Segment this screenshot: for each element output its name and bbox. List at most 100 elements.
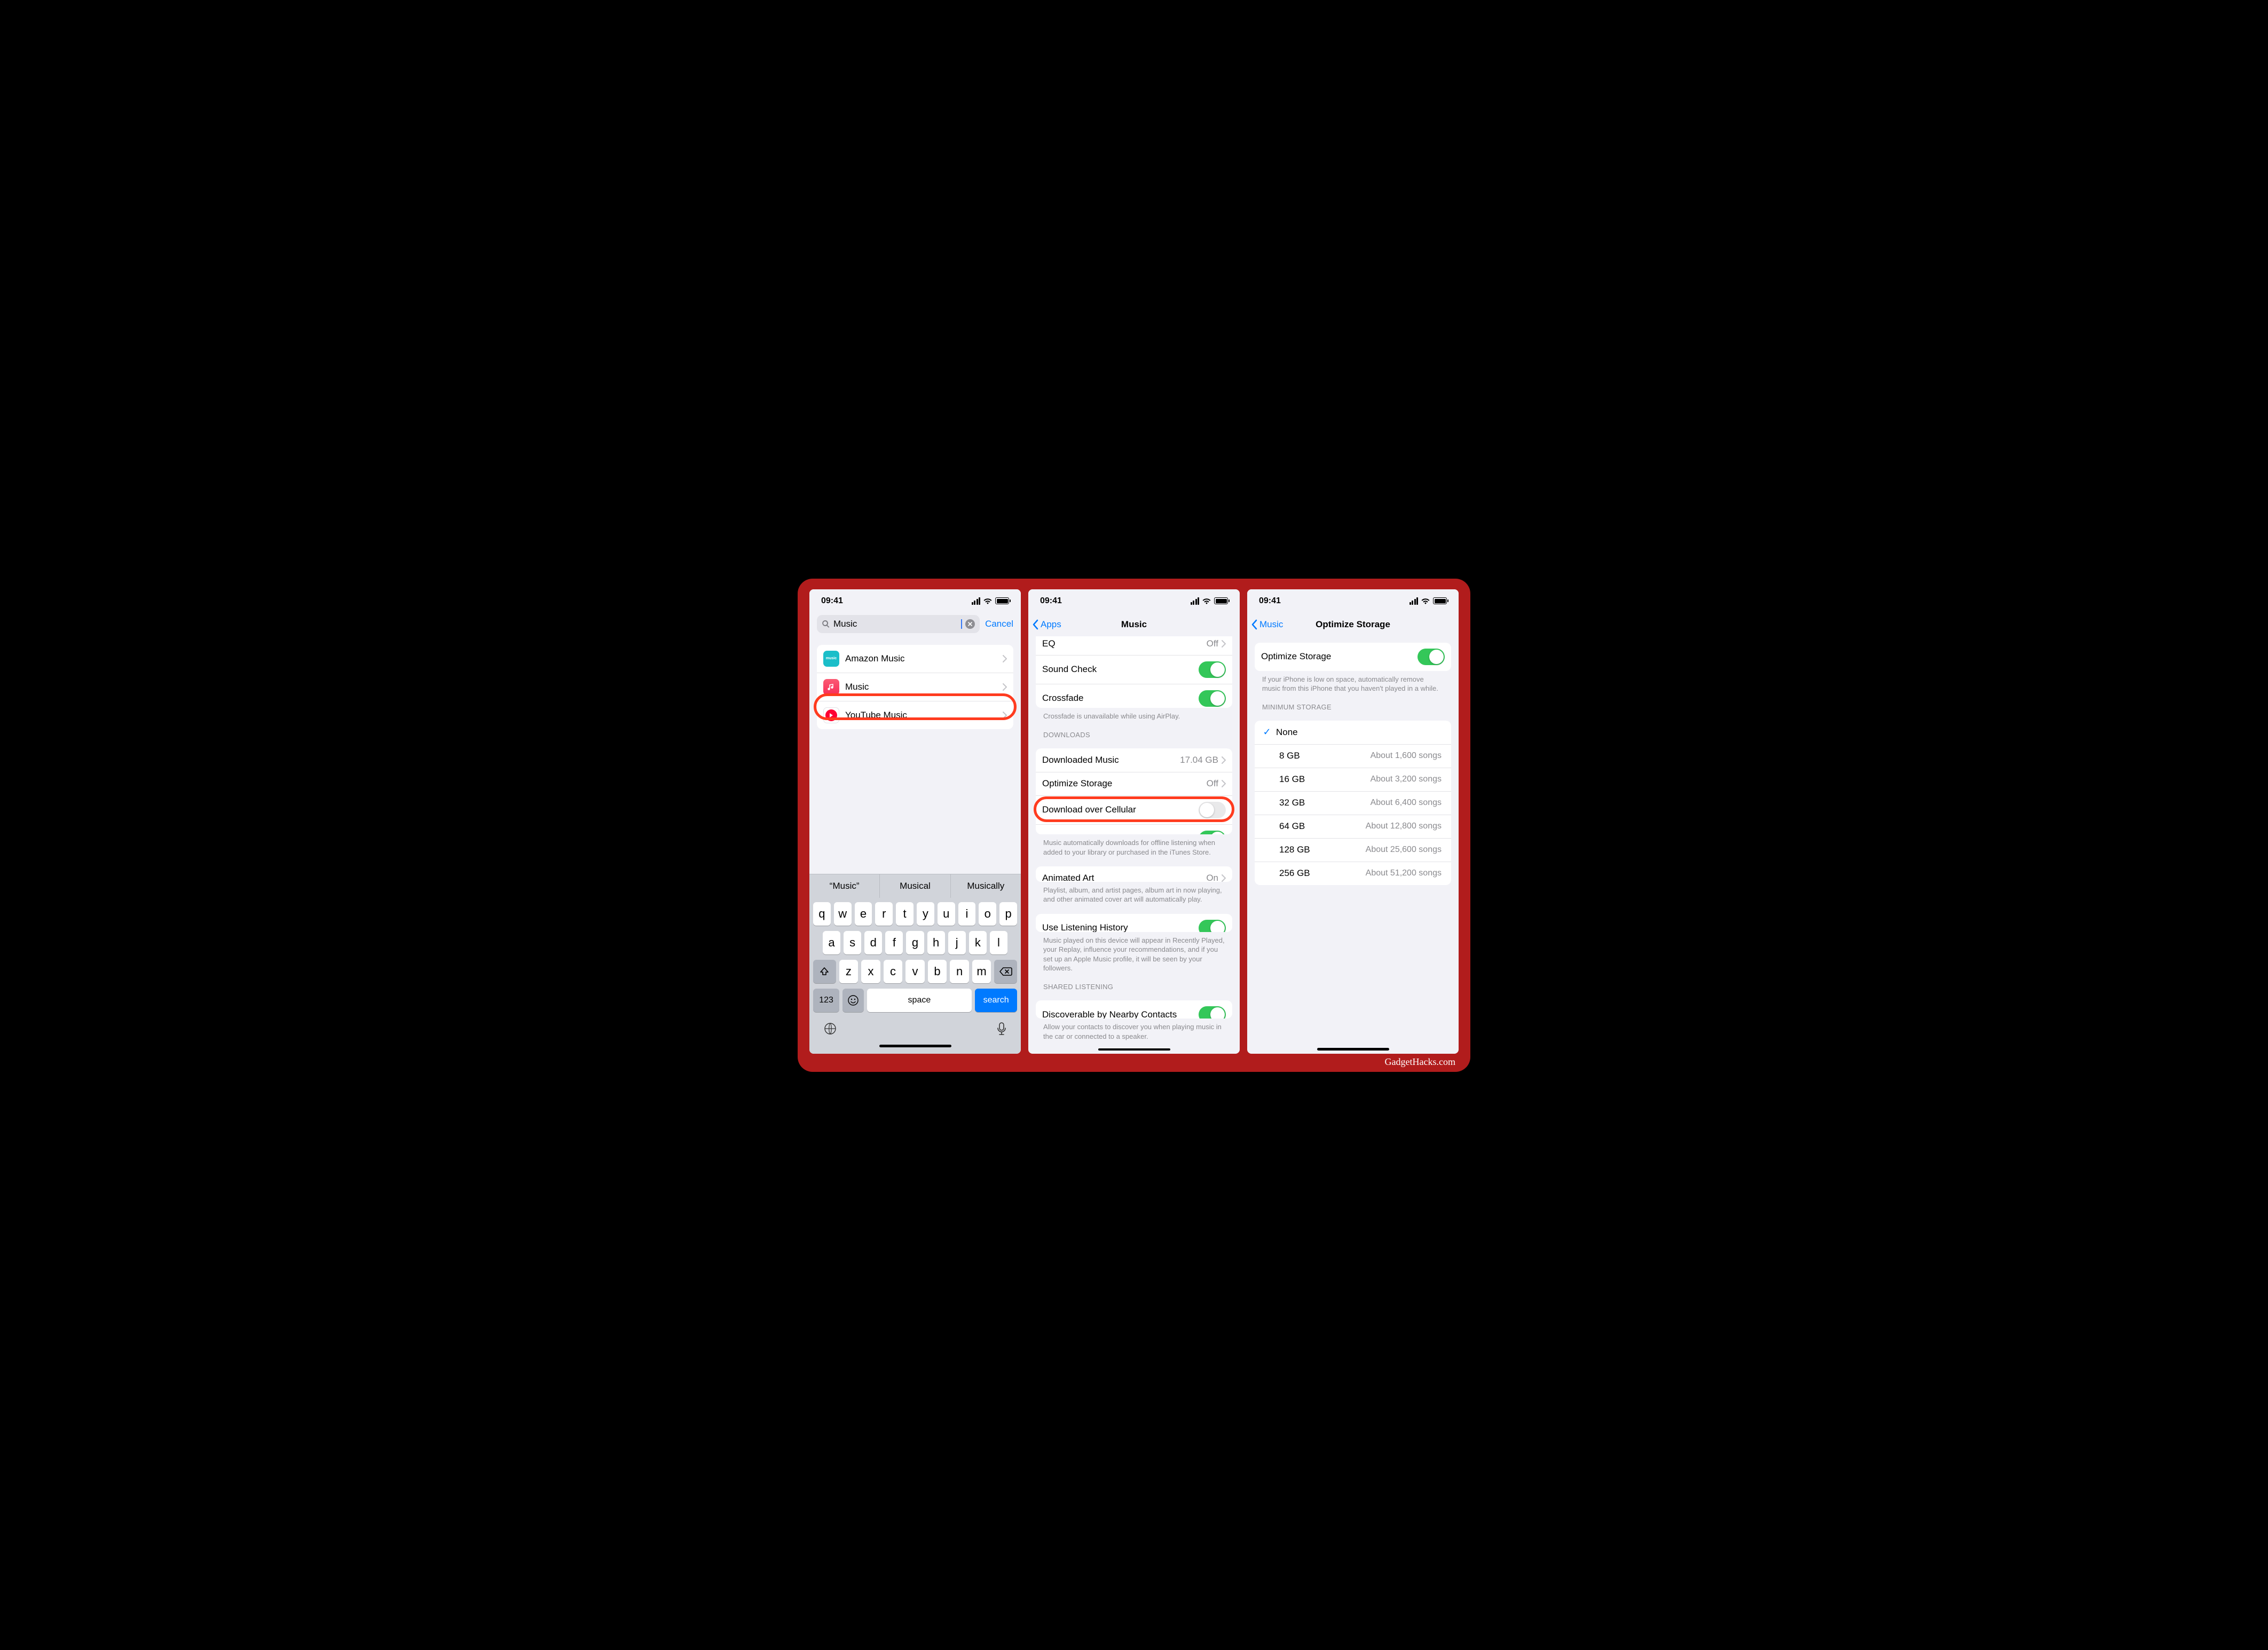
toggle-optimize-storage[interactable]	[1418, 649, 1445, 665]
shared-listening-header: Shared Listening	[1043, 983, 1225, 991]
back-label: Apps	[1041, 619, 1061, 630]
key-r[interactable]: r	[875, 902, 893, 926]
home-indicator	[1317, 1048, 1389, 1051]
result-music[interactable]: Music	[817, 673, 1013, 701]
key-v[interactable]: v	[905, 960, 925, 983]
key-d[interactable]: d	[864, 931, 882, 954]
result-label: Music	[845, 682, 1003, 692]
back-button[interactable]: Apps	[1033, 619, 1061, 630]
back-button[interactable]: Music	[1251, 619, 1283, 630]
key-h[interactable]: h	[927, 931, 945, 954]
toggle-download-dolby[interactable]	[1199, 831, 1226, 834]
row-label: Download over Cellular	[1042, 804, 1199, 815]
row-label: EQ	[1042, 638, 1207, 649]
status-bar: 09:41	[1028, 589, 1240, 613]
key-z[interactable]: z	[839, 960, 859, 983]
key-p[interactable]: p	[999, 902, 1017, 926]
prediction-1[interactable]: “Music”	[809, 874, 879, 898]
cellular-icon	[972, 597, 981, 605]
key-j[interactable]: j	[948, 931, 966, 954]
search-input-text: Music	[833, 619, 958, 629]
result-youtube-music[interactable]: YouTube Music	[817, 701, 1013, 729]
option-detail: About 1,600 songs	[1371, 751, 1442, 761]
key-q[interactable]: q	[813, 902, 831, 926]
row-label: Discoverable by Nearby Contacts	[1042, 1009, 1199, 1019]
keyboard-predictions: “Music” Musical Musically	[809, 874, 1021, 898]
key-g[interactable]: g	[906, 931, 924, 954]
numbers-key[interactable]: 123	[813, 989, 839, 1012]
row-discoverable[interactable]: Discoverable by Nearby Contacts	[1036, 1000, 1232, 1019]
row-optimize-toggle[interactable]: Optimize Storage	[1255, 643, 1451, 671]
row-download-cellular[interactable]: Download over Cellular	[1036, 795, 1232, 824]
storage-option[interactable]: 64 GBAbout 12,800 songs	[1255, 815, 1451, 838]
globe-key[interactable]	[823, 1022, 837, 1039]
storage-option[interactable]: 256 GBAbout 51,200 songs	[1255, 862, 1451, 885]
clear-search-button[interactable]	[965, 619, 975, 629]
result-amazon-music[interactable]: music Amazon Music	[817, 645, 1013, 673]
toggle-crossfade[interactable]	[1199, 690, 1226, 707]
key-c[interactable]: c	[884, 960, 903, 983]
storage-option[interactable]: ✓None	[1255, 721, 1451, 744]
key-m[interactable]: m	[972, 960, 991, 983]
key-y[interactable]: y	[917, 902, 934, 926]
screenshot-music-settings: 09:41 Apps Music EQ Off	[1028, 589, 1240, 1054]
search-field[interactable]: Music	[817, 615, 980, 633]
cancel-search-button[interactable]: Cancel	[985, 619, 1013, 629]
watermark: GadgetHacks.com	[1385, 1056, 1455, 1068]
key-l[interactable]: l	[990, 931, 1007, 954]
row-sound-check[interactable]: Sound Check	[1036, 655, 1232, 684]
key-k[interactable]: k	[969, 931, 987, 954]
key-s[interactable]: s	[844, 931, 861, 954]
shift-key[interactable]	[813, 960, 836, 983]
key-b[interactable]: b	[928, 960, 947, 983]
backspace-key[interactable]	[994, 960, 1017, 983]
option-label: 32 GB	[1279, 798, 1371, 808]
dictation-key[interactable]	[996, 1022, 1007, 1039]
result-label: Amazon Music	[845, 653, 1003, 664]
storage-option[interactable]: 32 GBAbout 6,400 songs	[1255, 791, 1451, 815]
option-label: 128 GB	[1279, 844, 1366, 855]
key-a[interactable]: a	[823, 931, 840, 954]
row-listening-history[interactable]: Use Listening History	[1036, 914, 1232, 932]
row-label: Downloaded Music	[1042, 755, 1180, 765]
key-o[interactable]: o	[979, 902, 996, 926]
toggle-download-cellular[interactable]	[1199, 802, 1226, 818]
space-key[interactable]: space	[867, 989, 972, 1012]
amazon-music-icon: music	[823, 651, 839, 667]
toggle-listening-history[interactable]	[1199, 920, 1226, 932]
prediction-2[interactable]: Musical	[879, 874, 950, 898]
search-key[interactable]: search	[975, 989, 1017, 1012]
toggle-discoverable[interactable]	[1199, 1006, 1226, 1019]
key-t[interactable]: t	[896, 902, 914, 926]
key-f[interactable]: f	[885, 931, 903, 954]
status-bar: 09:41	[1247, 589, 1459, 613]
row-animated-art[interactable]: Animated Art On	[1036, 866, 1232, 881]
chevron-right-icon	[1222, 780, 1226, 787]
option-detail: About 6,400 songs	[1371, 798, 1442, 808]
prediction-3[interactable]: Musically	[950, 874, 1021, 898]
key-u[interactable]: u	[938, 902, 955, 926]
row-download-dolby[interactable]: Download in Dolby Atmos	[1036, 824, 1232, 834]
storage-option[interactable]: 8 GBAbout 1,600 songs	[1255, 744, 1451, 768]
storage-option[interactable]: 128 GBAbout 25,600 songs	[1255, 838, 1451, 862]
key-n[interactable]: n	[950, 960, 969, 983]
row-downloaded-music[interactable]: Downloaded Music 17.04 GB	[1036, 748, 1232, 772]
key-e[interactable]: e	[855, 902, 872, 926]
row-eq[interactable]: EQ Off	[1036, 636, 1232, 655]
status-time: 09:41	[1259, 596, 1281, 606]
row-optimize-storage[interactable]: Optimize Storage Off	[1036, 772, 1232, 795]
row-crossfade[interactable]: Crossfade	[1036, 684, 1232, 708]
key-x[interactable]: x	[861, 960, 880, 983]
youtube-music-icon	[823, 707, 839, 723]
screenshot-optimize-storage: 09:41 Music Optimize Storage Optimize St…	[1247, 589, 1459, 1054]
chevron-left-icon	[1033, 619, 1039, 630]
key-w[interactable]: w	[834, 902, 852, 926]
chevron-right-icon	[1003, 712, 1007, 719]
wifi-icon	[1202, 597, 1211, 604]
storage-option[interactable]: 16 GBAbout 3,200 songs	[1255, 768, 1451, 791]
key-i[interactable]: i	[958, 902, 976, 926]
emoji-key[interactable]	[842, 989, 863, 1012]
toggle-sound-check[interactable]	[1199, 661, 1226, 678]
status-bar: 09:41	[809, 589, 1021, 613]
minimum-storage-list: ✓None8 GBAbout 1,600 songs16 GBAbout 3,2…	[1255, 721, 1451, 885]
